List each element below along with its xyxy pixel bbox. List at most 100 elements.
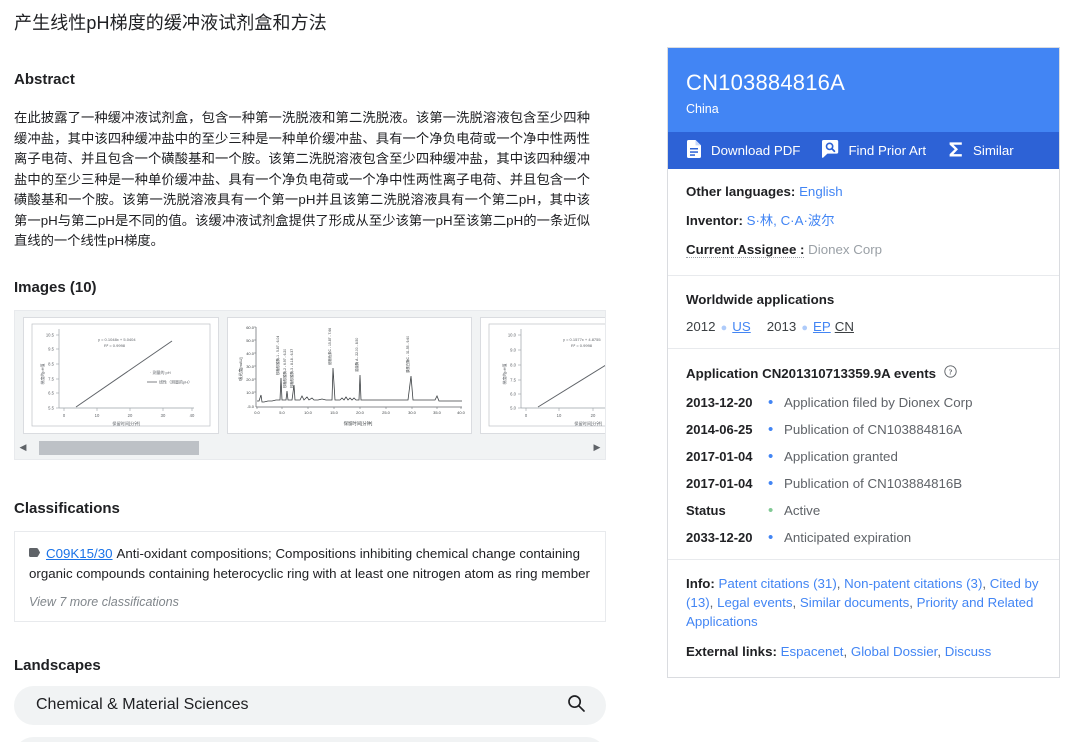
svg-text:5.0: 5.0	[510, 406, 516, 411]
application-events-section: Application CN201310713359.9A events ? 2…	[668, 349, 1059, 560]
svg-text:20: 20	[128, 413, 133, 418]
non-patent-citations-link[interactable]: Non-patent citations (3)	[844, 576, 982, 591]
image-thumbnail-2[interactable]: 60.0 50.0 40.0 30.0 20.0 10.0 -5.0 0.0 5.0 10…	[227, 316, 472, 434]
card-action-bar: Download PDF Find Prior Art Similar	[668, 132, 1059, 169]
assignee-label: Current Assignee :	[686, 242, 805, 258]
download-pdf-button[interactable]: Download PDF	[686, 140, 800, 161]
svg-text:10.0: 10.0	[508, 333, 517, 338]
event-bullet-icon: •	[768, 529, 774, 546]
carousel-scrollbar[interactable]: ◀ ▶	[15, 436, 605, 459]
carousel-prev-arrow-icon[interactable]: ◀	[15, 443, 31, 452]
patent-citations-link[interactable]: Patent citations (31)	[719, 576, 837, 591]
download-pdf-label: Download PDF	[711, 143, 801, 158]
svg-text:5.0: 5.0	[279, 410, 285, 415]
external-links-line: External links: Espacenet, Global Dossie…	[686, 644, 992, 659]
classifications-card: C09K15/30 Anti-oxidant compositions; Comp…	[14, 530, 606, 622]
svg-text:7.5: 7.5	[48, 377, 54, 382]
svg-text:核糖核酸酶-3 - 8.18 - 6.37: 核糖核酸酶-3 - 8.18 - 6.37	[289, 349, 294, 388]
document-icon	[686, 140, 702, 161]
publication-number: CN103884816A	[686, 70, 845, 95]
other-languages-value-link[interactable]: English	[799, 184, 843, 199]
landscapes-heading: Landscapes	[14, 656, 101, 674]
worldwide-applications-section: Worldwide applications 2012 ● US 2013 ● …	[668, 276, 1059, 349]
tag-icon	[29, 543, 40, 563]
svg-text:线性（测量的pH）: 线性（测量的pH）	[159, 379, 192, 385]
event-bullet-icon: •	[768, 448, 774, 465]
linear-gradient-chart-1: 10.59.5 8.57.5 6.55.5 0 10 20 30 40 y = …	[26, 319, 216, 431]
svg-text:15.0: 15.0	[330, 410, 339, 415]
svg-text:6.0: 6.0	[510, 392, 516, 397]
svg-text:吸光度[mAU]: 吸光度[mAU]	[237, 357, 243, 380]
event-row: 2017-01-04 • Application granted	[686, 449, 1041, 464]
svg-text:胰蛋白酶C - 31.55 - 9.60: 胰蛋白酶C - 31.55 - 9.60	[405, 336, 410, 373]
svg-text:?: ?	[949, 367, 953, 376]
svg-text:溶菌酶 A - 22.00 - 8.50: 溶菌酶 A - 22.00 - 8.50	[354, 338, 359, 372]
application-events-heading: Application CN201310713359.9A events ?	[686, 365, 1041, 381]
global-dossier-link[interactable]: Global Dossier	[851, 644, 937, 659]
svg-text:30.0: 30.0	[246, 364, 255, 369]
inventor-value-link[interactable]: S·林, C·A·波尔	[747, 213, 835, 228]
patent-info-card: CN103884816A China Download PDF Find Pri…	[667, 47, 1060, 678]
ww-country-cn[interactable]: CN	[835, 319, 854, 334]
svg-text:20.0: 20.0	[356, 410, 365, 415]
similar-documents-link[interactable]: Similar documents	[800, 595, 909, 610]
sigma-icon	[948, 141, 964, 161]
event-row: 2014-06-25 • Publication of CN103884816A	[686, 422, 1041, 437]
svg-text:R² = 0.9998: R² = 0.9998	[571, 343, 593, 348]
event-date: 2033-12-20	[686, 530, 753, 545]
svg-text:6.5: 6.5	[48, 391, 54, 396]
carousel-scroll-track[interactable]	[31, 440, 589, 455]
images-carousel[interactable]: 10.5 9.5 8.5 7.5 6.5 5.5 0 10 20 30 40 y…	[14, 309, 606, 460]
other-languages-label: Other languages:	[686, 184, 796, 199]
discuss-link[interactable]: Discuss	[945, 644, 992, 659]
landscape-label: Chemical & Material Sciences	[36, 696, 249, 714]
svg-text:核糖核酸酶-2 - 6.97 - 6.20: 核糖核酸酶-2 - 6.97 - 6.20	[282, 349, 287, 388]
left-content-column: 产生线性pH梯度的缓冲液试剂盒和方法 Abstract 在此披露了一种缓冲液试剂…	[0, 0, 620, 742]
view-more-classifications-link[interactable]: View 7 more classifications	[29, 595, 591, 609]
svg-text:10.0: 10.0	[246, 390, 255, 395]
svg-text:9.0: 9.0	[510, 348, 516, 353]
svg-text:40: 40	[190, 413, 195, 418]
landscape-item-analytical-chemistry[interactable]: Analytical Chemistry	[14, 736, 606, 742]
assignee-value: Dionex Corp	[808, 242, 883, 257]
image-thumbnail-3[interactable]: 10.09.0 8.07.5 6.05.0 010 2030	[480, 316, 605, 434]
ww-year-2013: 2013	[766, 319, 797, 334]
carousel-scroll-thumb[interactable]	[39, 440, 199, 455]
find-prior-art-button[interactable]: Find Prior Art	[822, 140, 926, 161]
svg-text:y = 0.1048x + 5.0404: y = 0.1048x + 5.0404	[98, 337, 136, 342]
image-thumbnail-1[interactable]: 10.5 9.5 8.5 7.5 6.5 5.5 0 10 20 30 40 y…	[23, 316, 219, 434]
event-row: 2017-01-04 • Publication of CN103884816B	[686, 476, 1041, 491]
card-header: CN103884816A China	[668, 48, 1059, 132]
event-text: Application granted	[784, 449, 898, 464]
landscape-item-chemical-material-sciences[interactable]: Chemical & Material Sciences	[14, 685, 606, 725]
classification-code-link[interactable]: C09K15/30	[46, 546, 113, 561]
assignee-row: Current Assignee : Dionex Corp	[686, 241, 1041, 259]
images-heading: Images (10)	[14, 278, 97, 296]
event-text: Anticipated expiration	[784, 530, 912, 545]
ww-country-us[interactable]: US	[732, 319, 750, 334]
legal-events-link[interactable]: Legal events	[717, 595, 792, 610]
inventor-row: Inventor: S·林, C·A·波尔	[686, 212, 1041, 230]
classification-item: C09K15/30 Anti-oxidant compositions; Comp…	[29, 544, 591, 584]
event-text: Publication of CN103884816A	[784, 422, 963, 437]
event-text: Application filed by Dionex Corp	[784, 395, 973, 410]
svg-text:细胞色素C - 15.87 - 7.66: 细胞色素C - 15.87 - 7.66	[327, 328, 332, 365]
ww-dot-icon: ●	[801, 322, 808, 334]
search-icon[interactable]	[566, 693, 586, 718]
carousel-strip: 10.5 9.5 8.5 7.5 6.5 5.5 0 10 20 30 40 y…	[23, 316, 605, 434]
svg-text:20.0: 20.0	[246, 377, 255, 382]
event-row: 2013-12-20 • Application filed by Dionex…	[686, 395, 1041, 410]
event-row: 2033-12-20 • Anticipated expiration	[686, 530, 1041, 545]
svg-text:40.0: 40.0	[246, 351, 255, 356]
event-row-status: Status • Active	[686, 503, 1041, 518]
svg-text:5.5: 5.5	[48, 406, 54, 411]
carousel-next-arrow-icon[interactable]: ▶	[589, 443, 605, 452]
espacenet-link[interactable]: Espacenet	[781, 644, 844, 659]
inventor-label: Inventor:	[686, 213, 743, 228]
external-links-label: External links:	[686, 644, 777, 659]
help-circle-icon[interactable]: ?	[944, 365, 957, 381]
svg-text:8.5: 8.5	[48, 362, 54, 367]
ww-country-ep[interactable]: EP	[813, 319, 831, 334]
event-date: 2017-01-04	[686, 449, 753, 464]
similar-button[interactable]: Similar	[948, 141, 1014, 161]
